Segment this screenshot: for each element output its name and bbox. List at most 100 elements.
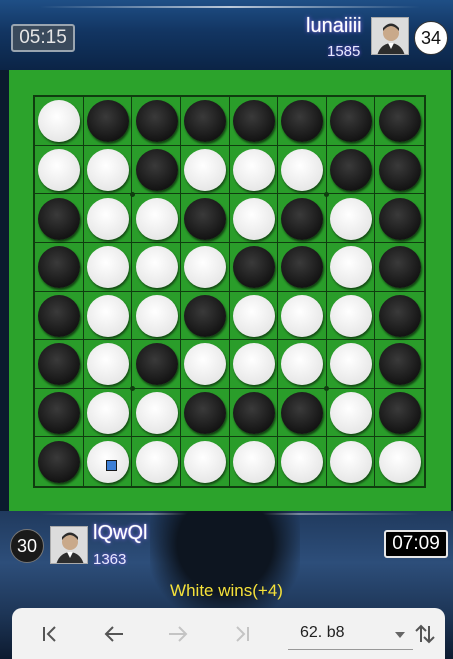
black-disc	[232, 100, 275, 143]
board-cell-f7[interactable]	[278, 388, 327, 438]
bottom-player-timer: 07:09	[384, 530, 448, 558]
star-point	[129, 386, 135, 392]
board-cell-c4[interactable]	[132, 242, 181, 292]
board-cell-d1[interactable]	[180, 97, 230, 146]
board-cell-b2[interactable]	[83, 145, 133, 195]
board-cell-g5[interactable]	[326, 291, 376, 341]
board-cell-b6[interactable]	[83, 340, 133, 389]
white-disc	[232, 148, 275, 191]
board-cell-d8[interactable]	[181, 437, 230, 486]
move-select[interactable]: 62. b8	[288, 618, 413, 650]
board-cell-b4[interactable]	[83, 242, 133, 292]
board-cell-c8[interactable]	[132, 437, 181, 486]
board-cell-g7[interactable]	[326, 388, 376, 438]
flip-board-button[interactable]	[405, 616, 445, 652]
white-disc	[135, 392, 178, 435]
star-point	[324, 191, 330, 197]
previous-move-button[interactable]	[94, 616, 134, 652]
white-disc-count: 34	[414, 21, 448, 55]
board-cell-f8[interactable]	[278, 437, 327, 486]
board-cell-g4[interactable]	[326, 242, 376, 292]
board-cell-h5[interactable]	[375, 292, 424, 341]
board-cell-e6[interactable]	[229, 340, 279, 389]
board-cell-h1[interactable]	[375, 97, 424, 146]
board-cell-a6[interactable]	[35, 340, 84, 389]
othello-board[interactable]	[33, 95, 426, 488]
black-disc	[378, 343, 421, 386]
game-result: White wins(+4)	[170, 581, 283, 600]
bottom-player-rating: 1363	[93, 551, 127, 568]
board-cell-g6[interactable]	[326, 340, 376, 389]
board-cell-b5[interactable]	[83, 291, 133, 341]
board-cell-g8[interactable]	[327, 437, 376, 486]
board-cell-e2[interactable]	[229, 145, 279, 195]
black-disc	[38, 294, 81, 337]
board-cell-g3[interactable]	[326, 194, 376, 243]
board-cell-b1[interactable]	[83, 97, 133, 146]
board-cell-g1[interactable]	[326, 97, 376, 146]
board-cell-g2[interactable]	[326, 145, 376, 195]
board-cell-a2[interactable]	[35, 145, 84, 195]
board-cell-d7[interactable]	[180, 388, 230, 438]
next-move-icon	[169, 626, 188, 642]
board-cell-a7[interactable]	[35, 388, 84, 438]
board-cell-f2[interactable]	[278, 145, 327, 195]
board-cell-e1[interactable]	[229, 97, 279, 146]
white-disc	[184, 246, 227, 289]
board-cell-f1[interactable]	[278, 97, 327, 146]
board-cell-a3[interactable]	[35, 194, 84, 243]
board-cell-f6[interactable]	[278, 340, 327, 389]
board-cell-c1[interactable]	[132, 97, 181, 146]
chevron-down-icon	[395, 632, 405, 638]
last-move-button[interactable]	[222, 616, 262, 652]
move-navigation-bar: 62. b8	[12, 608, 445, 659]
board-cell-a1[interactable]	[35, 97, 84, 146]
white-disc	[86, 294, 129, 337]
white-disc	[281, 440, 324, 483]
board-cell-h6[interactable]	[375, 340, 424, 389]
board-cell-d4[interactable]	[180, 242, 230, 292]
board-cell-b8[interactable]	[84, 437, 133, 486]
first-move-button[interactable]	[30, 616, 70, 652]
board-cell-c3[interactable]	[132, 194, 181, 243]
board-cell-c2[interactable]	[132, 145, 181, 195]
board-cell-f5[interactable]	[278, 291, 327, 341]
board-cell-e5[interactable]	[229, 291, 279, 341]
black-disc	[378, 100, 421, 143]
black-disc	[38, 197, 81, 240]
board-cell-e4[interactable]	[229, 242, 279, 292]
white-disc	[86, 148, 129, 191]
black-disc	[378, 294, 421, 337]
background-silhouette	[150, 511, 300, 621]
next-move-button[interactable]	[158, 616, 198, 652]
board-cell-d3[interactable]	[180, 194, 230, 243]
white-disc	[330, 294, 373, 337]
board-cell-a8[interactable]	[35, 437, 84, 486]
board-cell-h3[interactable]	[375, 194, 424, 243]
board-cell-c6[interactable]	[132, 340, 181, 389]
board-cell-a5[interactable]	[35, 291, 84, 341]
board-cell-h8[interactable]	[375, 437, 424, 486]
black-disc	[184, 100, 227, 143]
board-cell-h2[interactable]	[375, 146, 424, 195]
board-cell-d2[interactable]	[180, 145, 230, 195]
board-cell-b7[interactable]	[83, 388, 133, 438]
black-disc	[378, 392, 421, 435]
board-cell-c5[interactable]	[132, 291, 181, 341]
board-cell-e8[interactable]	[230, 437, 279, 486]
board-cell-h7[interactable]	[375, 389, 424, 438]
board-cell-d5[interactable]	[180, 291, 230, 341]
board-cell-f3[interactable]	[278, 194, 327, 243]
board-cell-a4[interactable]	[35, 242, 84, 292]
board-cell-h4[interactable]	[375, 243, 424, 292]
white-disc	[184, 343, 227, 386]
board-cell-e7[interactable]	[229, 388, 279, 438]
board-cell-e3[interactable]	[229, 194, 279, 243]
board-cell-d6[interactable]	[180, 340, 230, 389]
board-cell-f4[interactable]	[278, 242, 327, 292]
board-cell-c7[interactable]	[132, 388, 181, 438]
previous-move-icon	[104, 626, 123, 642]
white-disc	[330, 440, 373, 483]
white-disc	[330, 392, 373, 435]
board-cell-b3[interactable]	[83, 194, 133, 243]
